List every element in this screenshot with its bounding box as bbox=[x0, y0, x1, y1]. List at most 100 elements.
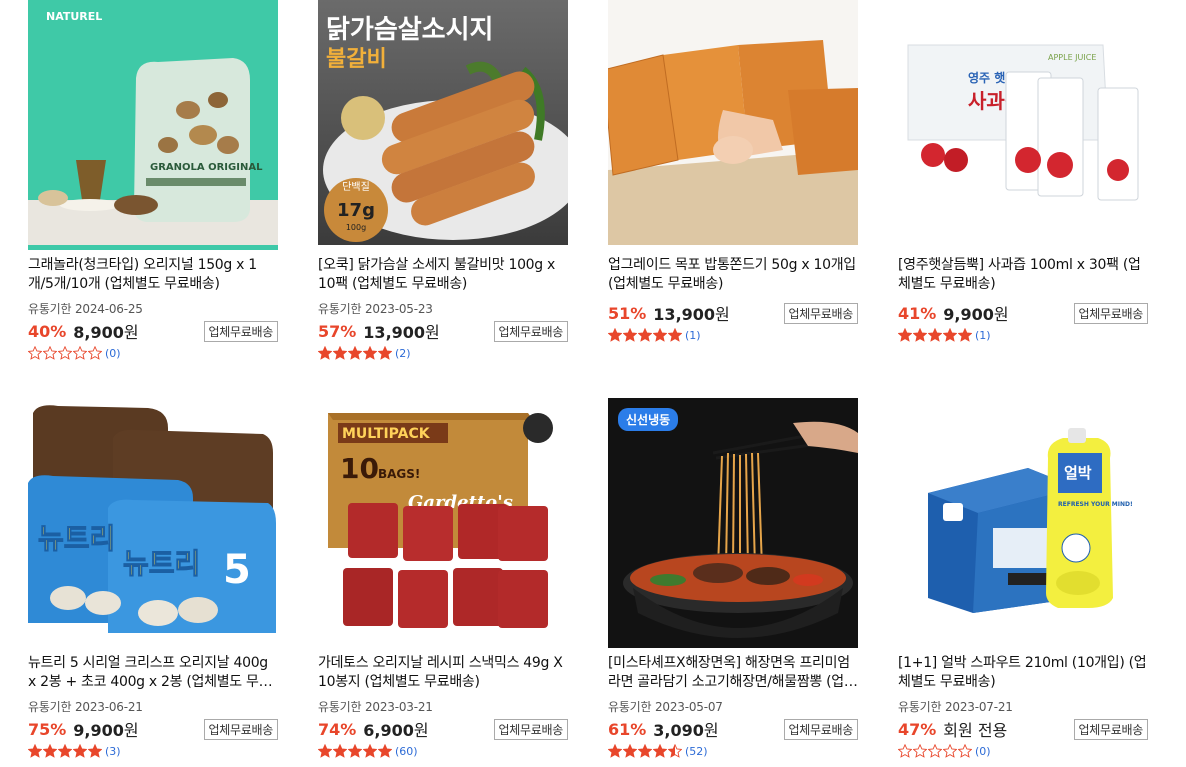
price-unit: 원 bbox=[413, 721, 429, 740]
review-count-link[interactable]: (0) bbox=[975, 745, 991, 758]
price-unit: 원 bbox=[703, 721, 719, 740]
review-count-link[interactable]: (52) bbox=[685, 745, 708, 758]
rating: (1) bbox=[608, 326, 858, 344]
star-icon bbox=[348, 744, 362, 758]
star-rating bbox=[608, 328, 683, 342]
image-box-text: APPLE JUICE bbox=[1048, 53, 1096, 62]
star-rating bbox=[318, 744, 393, 758]
rating: (1) bbox=[898, 326, 1148, 344]
product-card[interactable]: 업그레이드 목포 밥통쫀드기 50g x 10개입 (업체별도 무료배송) 51… bbox=[608, 0, 858, 344]
star-icon bbox=[608, 744, 622, 758]
image-brand-text: 얼박 bbox=[1064, 464, 1092, 482]
image-slogan-text: REFRESH YOUR MIND! bbox=[1058, 501, 1133, 508]
star-icon bbox=[958, 744, 972, 758]
review-count-link[interactable]: (2) bbox=[395, 347, 411, 360]
rating: (2) bbox=[318, 344, 568, 362]
star-icon bbox=[943, 744, 957, 758]
expiry-date: 유통기한 2023-05-23 bbox=[318, 302, 433, 316]
product-image[interactable]: 신선냉동 bbox=[608, 398, 858, 648]
star-icon bbox=[318, 744, 332, 758]
free-shipping-badge: 업체무료배송 bbox=[783, 719, 858, 740]
product-image[interactable]: 닭가슴살소시지 불갈비 단백질 17g 100g bbox=[318, 0, 568, 250]
star-icon bbox=[88, 346, 102, 360]
star-icon bbox=[73, 744, 87, 758]
star-icon bbox=[623, 328, 637, 342]
price-value: 3,090 bbox=[653, 721, 704, 740]
discount-rate: 40% bbox=[28, 321, 67, 341]
review-count-link[interactable]: (1) bbox=[975, 329, 991, 342]
price-row: 75% 9,900원 업체무료배송 bbox=[28, 717, 278, 741]
review-count-link[interactable]: (0) bbox=[105, 347, 121, 360]
protein-value: 17g bbox=[337, 200, 375, 221]
sale-price: 8,900원 bbox=[73, 319, 138, 343]
product-title[interactable]: [미스타셰프X해장면옥] 해장면옥 프리미엄 라면 골라담기 소고기해장면/해물… bbox=[608, 654, 858, 692]
product-title[interactable]: [1+1] 얼박 스파우트 210ml (10개입) (업체별도 무료배송) bbox=[898, 654, 1148, 692]
image-brand-text-2: 뉴트리 bbox=[123, 547, 200, 580]
product-title[interactable]: [오쿡] 닭가슴살 소세지 불갈비맛 100g x 10팩 (업체별도 무료배송… bbox=[318, 256, 568, 294]
product-card[interactable]: NATUREL GRANOLA ORIGINAL 그래놀라(청크타입) 오리지널… bbox=[28, 0, 278, 362]
product-card[interactable]: APPLE JUICE 영주 햇살듬뿍 사과즙 [영주햇살듬뿍] 사과즙 100… bbox=[898, 0, 1148, 344]
price-row: 61% 3,090원 업체무료배송 bbox=[608, 717, 858, 741]
star-icon bbox=[58, 346, 72, 360]
star-icon bbox=[653, 744, 667, 758]
product-card[interactable]: 닭가슴살소시지 불갈비 단백질 17g 100g [오쿡] 닭가슴살 소세지 불… bbox=[318, 0, 568, 362]
product-image[interactable]: MULTIPACK 10 BAGS! Gardetto's bbox=[318, 398, 568, 648]
protein-unit: 100g bbox=[346, 223, 366, 232]
star-icon bbox=[363, 346, 377, 360]
discount-rate: 74% bbox=[318, 719, 357, 739]
sale-price: 3,090원 bbox=[653, 717, 718, 741]
star-icon bbox=[958, 328, 972, 342]
price-row: 74% 6,900원 업체무료배송 bbox=[318, 717, 568, 741]
price-row: 41% 9,900원 업체무료배송 bbox=[898, 301, 1148, 325]
product-image[interactable]: 얼박 REFRESH YOUR MIND! bbox=[898, 398, 1148, 648]
image-bags-text: BAGS! bbox=[378, 467, 420, 481]
free-shipping-badge: 업체무료배송 bbox=[783, 303, 858, 324]
product-image[interactable] bbox=[608, 0, 858, 250]
frozen-badge: 신선냉동 bbox=[618, 408, 679, 431]
star-icon bbox=[73, 346, 87, 360]
product-card[interactable]: MULTIPACK 10 BAGS! Gardetto's 가데토스 오리지날 … bbox=[318, 398, 568, 760]
star-icon bbox=[58, 744, 72, 758]
product-title[interactable]: 그래놀라(청크타입) 오리지널 150g x 1개/5개/10개 (업체별도 무… bbox=[28, 256, 278, 294]
image-sub-text: 불갈비 bbox=[326, 47, 387, 72]
product-title[interactable]: 업그레이드 목포 밥통쫀드기 50g x 10개입 (업체별도 무료배송) bbox=[608, 256, 858, 294]
star-icon bbox=[378, 346, 392, 360]
star-icon bbox=[668, 744, 682, 758]
product-title[interactable]: 뉴트리 5 시리얼 크리스프 오리지날 400g x 2봉 + 초코 400g … bbox=[28, 654, 278, 692]
star-icon bbox=[943, 328, 957, 342]
price-unit: 원 bbox=[993, 305, 1009, 324]
star-icon bbox=[638, 328, 652, 342]
star-rating bbox=[28, 744, 103, 758]
product-image[interactable]: 뉴트리 뉴트리 5 bbox=[28, 398, 278, 648]
price-value: 13,900 bbox=[363, 323, 426, 342]
star-icon bbox=[653, 328, 667, 342]
star-icon bbox=[928, 744, 942, 758]
star-icon bbox=[43, 346, 57, 360]
star-icon bbox=[333, 346, 347, 360]
expiry-date: 유통기한 2023-07-21 bbox=[898, 700, 1013, 714]
sale-price: 9,900원 bbox=[943, 301, 1008, 325]
free-shipping-badge: 업체무료배송 bbox=[203, 321, 278, 342]
product-image[interactable]: NATUREL GRANOLA ORIGINAL bbox=[28, 0, 278, 250]
review-count-link[interactable]: (3) bbox=[105, 745, 121, 758]
expiry-date: 유통기한 2024-06-25 bbox=[28, 302, 143, 316]
star-icon bbox=[333, 744, 347, 758]
image-product-text: GRANOLA ORIGINAL bbox=[150, 162, 263, 173]
sale-price: 9,900원 bbox=[73, 717, 138, 741]
star-icon bbox=[88, 744, 102, 758]
review-count-link[interactable]: (1) bbox=[685, 329, 701, 342]
star-icon bbox=[928, 328, 942, 342]
product-title[interactable]: 가데토스 오리지날 레시피 스낵믹스 49g X 10봉지 (업체별도 무료배송… bbox=[318, 654, 568, 692]
free-shipping-badge: 업체무료배송 bbox=[1073, 719, 1148, 740]
product-image[interactable]: APPLE JUICE 영주 햇살듬뿍 사과즙 bbox=[898, 0, 1148, 250]
protein-label: 단백질 bbox=[342, 181, 370, 193]
product-card[interactable]: 얼박 REFRESH YOUR MIND! [1+1] 얼박 스파우트 210m… bbox=[898, 398, 1148, 760]
expiry-date: 유통기한 2023-05-07 bbox=[608, 700, 723, 714]
product-title[interactable]: [영주햇살듬뿍] 사과즙 100ml x 30팩 (업체별도 무료배송) bbox=[898, 256, 1148, 294]
star-rating bbox=[608, 744, 683, 758]
sale-price: 6,900원 bbox=[363, 717, 428, 741]
star-icon bbox=[608, 328, 622, 342]
product-card[interactable]: 뉴트리 뉴트리 5 뉴트리 5 시리얼 크리스프 오리지날 400g x 2봉 … bbox=[28, 398, 278, 760]
review-count-link[interactable]: (60) bbox=[395, 745, 418, 758]
product-card[interactable]: 신선냉동 [미스타셰프X해장면옥] 해장면옥 프리미엄 라면 골라담기 소고기해… bbox=[608, 398, 858, 760]
